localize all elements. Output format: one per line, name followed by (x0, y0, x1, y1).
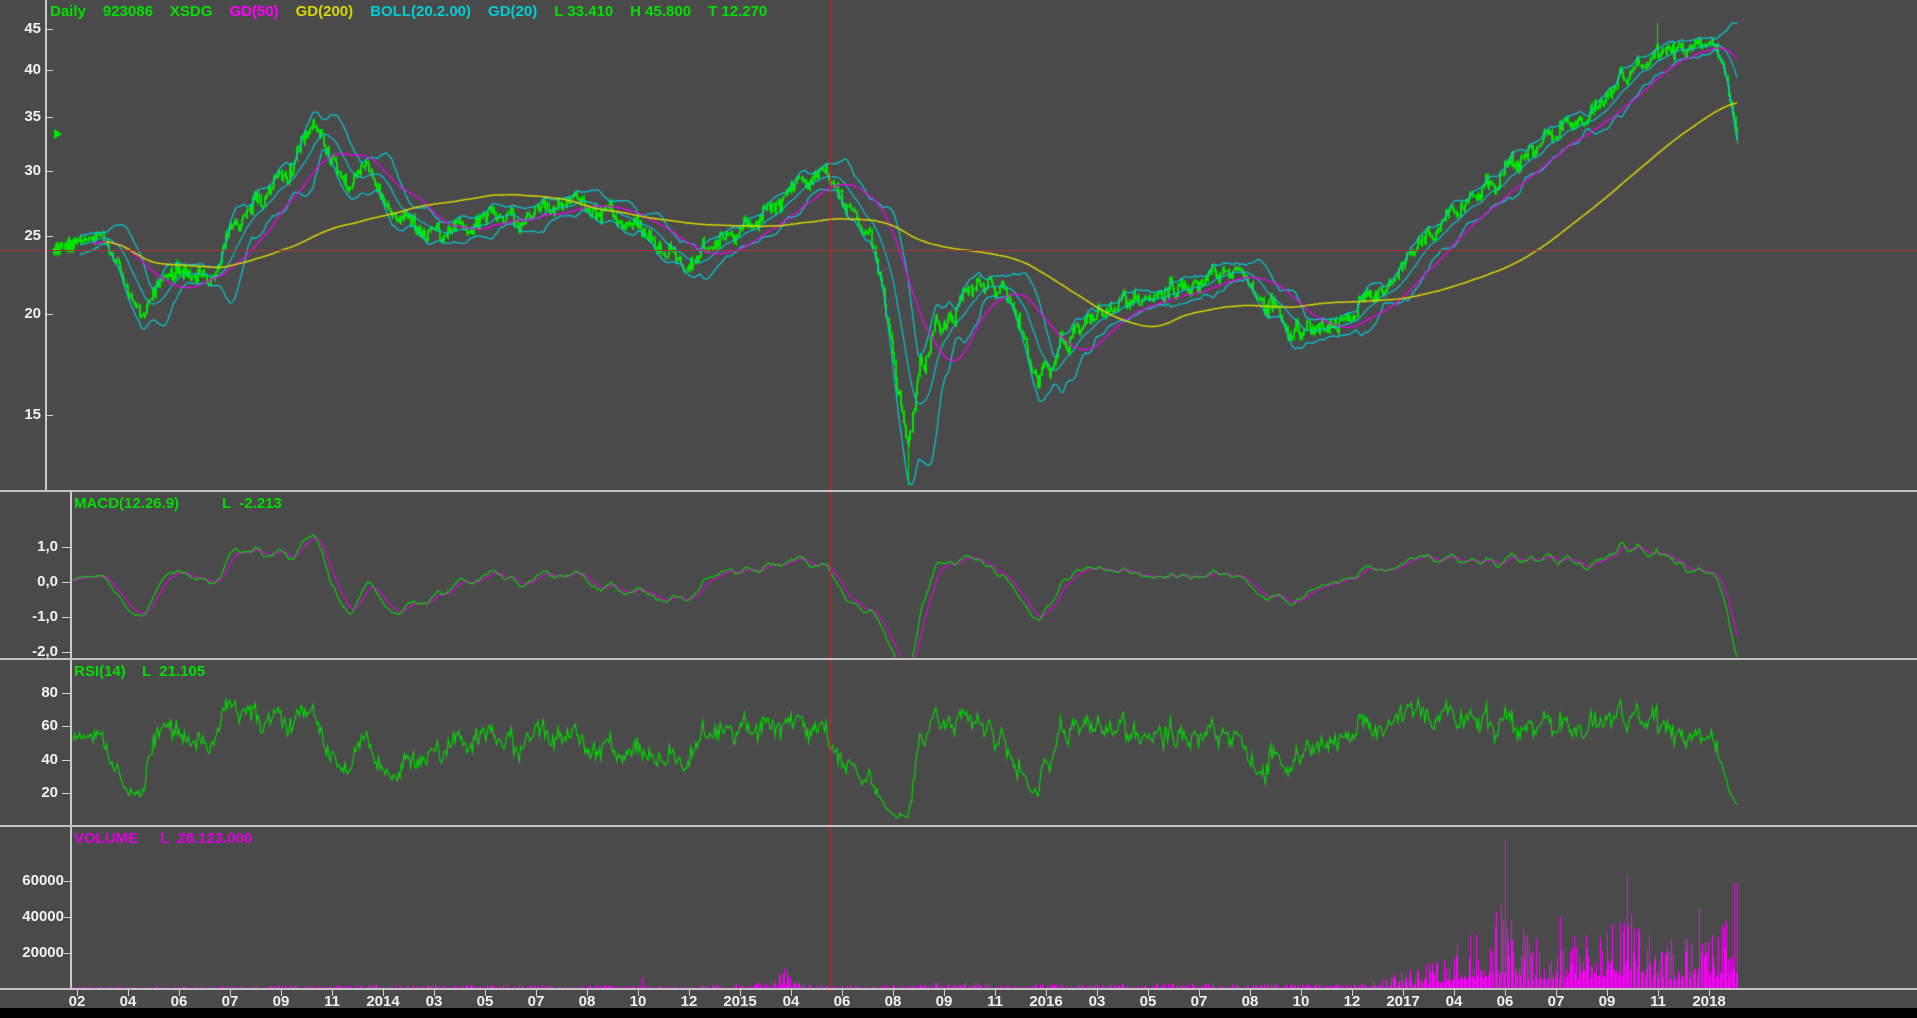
header-item-5: BOLL(20.2.00) (370, 3, 471, 20)
price-ytick-mark (45, 117, 53, 118)
panel-divider-macd[interactable] (0, 490, 1917, 492)
header-item-3: GD(50) (229, 3, 278, 20)
volume-ytick: 20000 (0, 944, 64, 961)
macd-ytick: 0,0 (0, 573, 58, 590)
price-ytick-mark (45, 236, 53, 237)
price-ytick-mark (45, 171, 53, 172)
price-ytick-40: 40 (0, 61, 41, 78)
rsi-panel-label: RSI(14) (74, 663, 126, 680)
macd-ytick-mark (62, 547, 70, 548)
volume-ytick-mark (64, 953, 72, 954)
indicator-y-axis-line (70, 490, 72, 990)
rsi-ytick: 60 (0, 717, 58, 734)
macd-panel-label: MACD(12.26.9) (74, 495, 179, 512)
macd-ytick: 1,0 (0, 538, 58, 555)
rsi-ytick-mark (62, 760, 70, 761)
panel-divider-volume[interactable] (0, 825, 1917, 827)
price-ytick-mark (45, 29, 53, 30)
volume-panel-label: VOLUME (74, 830, 138, 847)
rsi-ytick-mark (62, 726, 70, 727)
window-bottom-strip (0, 1008, 1917, 1018)
rsi-ytick: 40 (0, 751, 58, 768)
volume-ytick-mark (64, 917, 72, 918)
rsi-ytick-mark (62, 693, 70, 694)
price-ytick-mark (45, 70, 53, 71)
price-y-axis-line (45, 0, 47, 490)
price-ytick-25: 25 (0, 227, 41, 244)
price-ytick-mark (45, 415, 53, 416)
volume-ytick: 40000 (0, 908, 64, 925)
volume-ytick: 60000 (0, 872, 64, 889)
rsi-ytick: 80 (0, 684, 58, 701)
header-item-1: 923086 (103, 3, 153, 20)
panel-divider-rsi[interactable] (0, 658, 1917, 660)
rsi-ytick: 20 (0, 784, 58, 801)
macd-ytick: -1,0 (0, 608, 58, 625)
crosshair-horizontal-line[interactable] (0, 250, 1917, 251)
macd-ytick: -2,0 (0, 643, 58, 660)
macd-panel-value: L -2.213 (222, 495, 282, 512)
volume-ytick-mark (64, 881, 72, 882)
header-item-8: H 45.800 (630, 3, 691, 20)
header-item-4: GD(200) (296, 3, 354, 20)
price-ytick-15: 15 (0, 406, 41, 423)
rsi-panel-value: L 21.105 (142, 663, 205, 680)
macd-ytick-mark (62, 582, 70, 583)
price-ytick-45: 45 (0, 20, 41, 37)
header-item-9: T 12.270 (708, 3, 767, 20)
price-ytick-35: 35 (0, 108, 41, 125)
header-item-6: GD(20) (488, 3, 537, 20)
chart-application-window: Daily 923086 XSDG GD(50) GD(200) BOLL(20.2.00… (0, 0, 1917, 1018)
header-item-7: L 33.410 (554, 3, 613, 20)
x-axis-line (0, 988, 1917, 990)
last-price-marker-icon (54, 129, 62, 139)
crosshair-vertical-line[interactable] (830, 0, 831, 992)
macd-ytick-mark (62, 617, 70, 618)
price-ytick-30: 30 (0, 162, 41, 179)
volume-panel-value: L 28.123.000 (160, 830, 252, 847)
price-ytick-20: 20 (0, 305, 41, 322)
header-item-0: Daily (50, 3, 86, 20)
header-item-2: XSDG (170, 3, 213, 20)
rsi-ytick-mark (62, 793, 70, 794)
macd-ytick-mark (62, 652, 70, 653)
price-ytick-mark (45, 314, 53, 315)
price-chart-canvas[interactable] (0, 0, 1917, 1018)
chart-header-legend: Daily 923086 XSDG GD(50) GD(200) BOLL(20.2.00… (50, 3, 784, 20)
